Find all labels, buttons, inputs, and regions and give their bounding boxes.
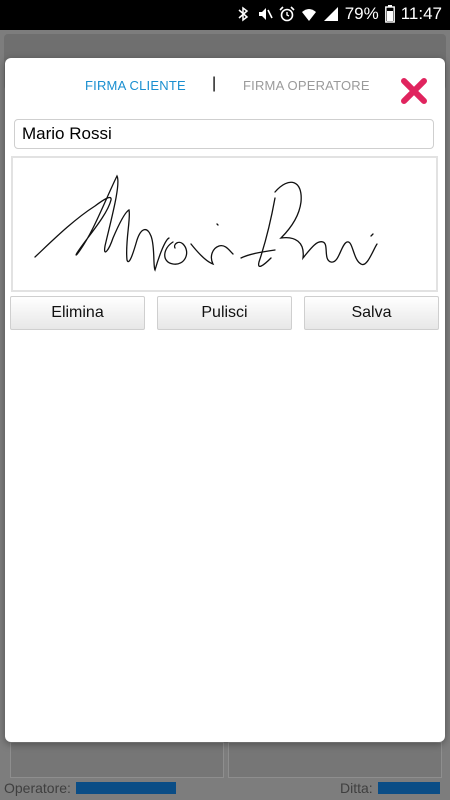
wifi-icon bbox=[301, 9, 316, 21]
status-icons: 79% 11:47 bbox=[235, 4, 442, 24]
operator-label: Operatore: bbox=[4, 780, 71, 796]
company-label: Ditta: bbox=[340, 780, 373, 796]
delete-button[interactable]: Elimina bbox=[10, 296, 145, 330]
bluetooth-icon bbox=[238, 6, 248, 22]
background-field-left bbox=[10, 742, 224, 778]
clock: 11:47 bbox=[400, 4, 442, 23]
clear-button[interactable]: Pulisci bbox=[157, 296, 292, 330]
signature-dialog: FIRMA CLIENTE | FIRMA OPERATORE Elimina … bbox=[5, 58, 445, 742]
tab-separator: | bbox=[212, 75, 217, 92]
signature-stroke bbox=[34, 174, 378, 272]
signature-canvas[interactable] bbox=[11, 156, 438, 292]
customer-name-input[interactable] bbox=[14, 119, 434, 149]
signature-tabs: FIRMA CLIENTE | FIRMA OPERATORE bbox=[5, 58, 445, 116]
tab-firma-cliente[interactable]: FIRMA CLIENTE bbox=[85, 78, 186, 93]
tab-firma-operatore[interactable]: FIRMA OPERATORE bbox=[243, 78, 370, 93]
signal-icon bbox=[323, 7, 338, 21]
alarm-icon bbox=[279, 6, 295, 22]
mute-icon bbox=[258, 8, 273, 20]
background-field-right bbox=[228, 742, 442, 778]
battery-percent: 79% bbox=[344, 4, 379, 23]
operator-value-redacted bbox=[76, 782, 176, 794]
battery-icon bbox=[384, 5, 395, 23]
save-button[interactable]: Salva bbox=[304, 296, 439, 330]
background-footer: Operatore: Ditta: bbox=[0, 776, 450, 800]
close-icon[interactable] bbox=[399, 76, 429, 106]
company-value-redacted bbox=[378, 782, 440, 794]
status-bar: 79% 11:47 bbox=[0, 0, 450, 30]
